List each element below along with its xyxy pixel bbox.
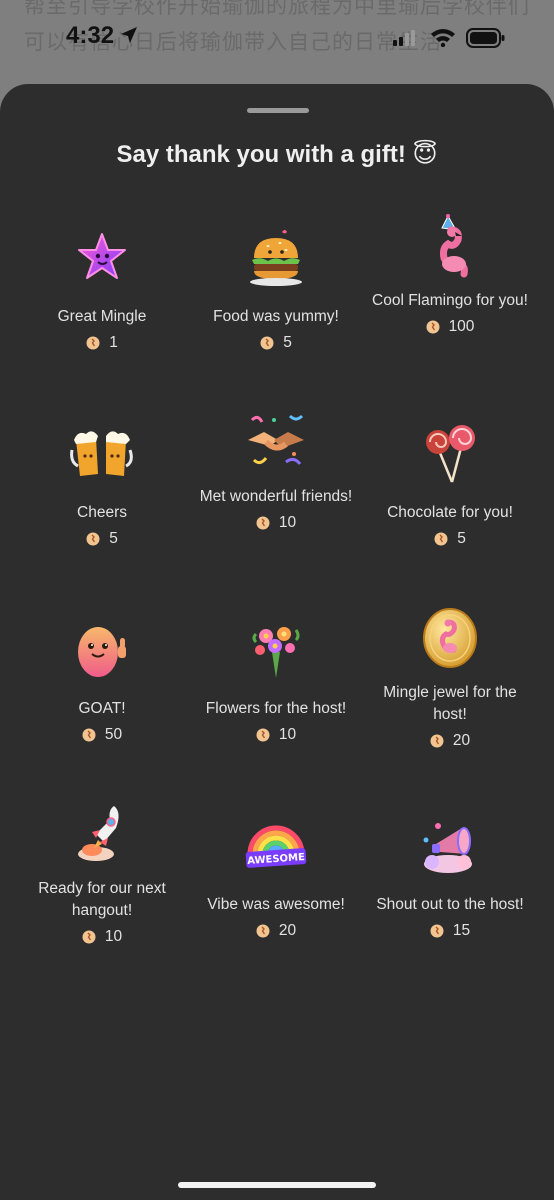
gift-price-value: 15 <box>452 922 471 939</box>
gift-price-value: 10 <box>278 514 297 531</box>
sheet-title: Say thank you with a gift! 😇 <box>116 141 438 168</box>
coin-icon <box>82 930 96 944</box>
gift-price-value: 50 <box>104 726 123 743</box>
flamingo-icon <box>440 214 468 278</box>
gift-vibe-was-awesome[interactable]: AWESOME Vibe was awesome! 20 <box>189 800 363 996</box>
rainbow-awesome-icon: AWESOME <box>245 825 307 868</box>
gift-cool-flamingo[interactable]: Cool Flamingo for you! 100 <box>363 212 537 408</box>
gift-label: Chocolate for you! <box>387 504 513 521</box>
gift-price-value: 100 <box>448 318 475 335</box>
wifi-icon <box>431 29 455 47</box>
lollipop-icon <box>426 425 475 483</box>
coin-icon <box>256 924 270 938</box>
gift-price: 10 <box>256 514 296 532</box>
gift-label: Vibe was awesome! <box>207 896 345 913</box>
gift-price-value: 1 <box>109 334 118 351</box>
rocket-icon <box>78 806 119 861</box>
gift-label: Shout out to the host! <box>376 896 524 913</box>
coin-icon <box>82 728 96 742</box>
gift-label: Flowers for the host! <box>205 700 347 717</box>
gift-label: GOAT! <box>78 700 126 717</box>
gift-price: 50 <box>82 726 122 744</box>
gift-label: Met wonderful friends! <box>199 488 353 505</box>
gift-price-value: 20 <box>278 922 297 939</box>
potato-thumbs-up-icon <box>78 627 126 677</box>
gift-price: 5 <box>260 334 292 352</box>
cellular-signal-icon <box>393 30 415 46</box>
gift-label: Cheers <box>77 504 127 521</box>
gift-price: 10 <box>82 928 122 946</box>
coin-icon <box>86 532 100 546</box>
coin-icon <box>434 532 448 546</box>
gift-price: 20 <box>256 922 296 940</box>
gift-price-value: 5 <box>109 530 118 547</box>
megaphone-icon <box>423 823 472 873</box>
gift-price: 5 <box>434 530 466 548</box>
handshake-icon <box>248 414 304 465</box>
gift-food-was-yummy[interactable]: Food was yummy! 5 <box>189 212 363 408</box>
coin-icon <box>256 516 270 530</box>
gift-price-value: 10 <box>278 726 297 743</box>
coin-icon <box>430 924 444 938</box>
gift-label: Ready for our next hangout! <box>38 880 166 919</box>
gift-label: Cool Flamingo for you! <box>372 292 528 309</box>
gift-label: Mingle jewel for the host! <box>383 684 517 723</box>
home-indicator[interactable] <box>178 1182 376 1188</box>
gift-label: Food was yummy! <box>213 308 339 325</box>
flamingo-coin-icon <box>423 608 477 668</box>
gift-flowers-for-the-host[interactable]: Flowers for the host! 10 <box>189 604 363 800</box>
gift-bottom-sheet: Say thank you with a gift! 😇 Great Mingl… <box>0 84 554 1200</box>
gift-price-value: 5 <box>457 530 466 547</box>
coin-icon <box>256 728 270 742</box>
location-arrow-icon <box>121 27 137 43</box>
gift-price-value: 20 <box>452 732 471 749</box>
coin-icon <box>430 734 444 748</box>
gift-price-value: 10 <box>104 928 123 945</box>
battery-icon <box>466 28 505 48</box>
gift-price: 5 <box>86 530 118 548</box>
gift-cheers[interactable]: Cheers 5 <box>15 408 189 604</box>
gift-chocolate-for-you[interactable]: Chocolate for you! 5 <box>363 408 537 604</box>
gift-mingle-jewel-for-the-host[interactable]: Mingle jewel for the host! 20 <box>363 604 537 800</box>
coin-icon <box>86 336 100 350</box>
gift-price: 1 <box>86 334 118 352</box>
gift-grid: Great Mingle 1 Food was yummy! 5 Cool Fl… <box>15 212 539 996</box>
gift-goat[interactable]: GOAT! 50 <box>15 604 189 800</box>
gift-met-wonderful-friends[interactable]: Met wonderful friends! 10 <box>189 408 363 604</box>
bouquet-icon <box>252 627 300 678</box>
star-icon <box>78 233 126 279</box>
gift-shout-out-to-the-host[interactable]: Shout out to the host! 15 <box>363 800 537 996</box>
status-time: 4:32 <box>66 22 115 49</box>
gift-ready-for-our-next-hangout[interactable]: Ready for our next hangout! 10 <box>15 800 189 996</box>
sheet-grabber[interactable] <box>247 108 309 113</box>
gift-price: 10 <box>256 726 296 744</box>
beer-mugs-icon <box>70 431 133 476</box>
coin-icon <box>260 336 274 350</box>
status-bar: 4:32 <box>0 0 554 76</box>
gift-price-value: 5 <box>283 334 292 351</box>
coin-icon <box>426 320 440 334</box>
burger-icon <box>250 230 302 286</box>
gift-great-mingle[interactable]: Great Mingle 1 <box>15 212 189 408</box>
gift-price: 20 <box>430 732 470 750</box>
gift-label: Great Mingle <box>57 308 147 325</box>
gift-price: 100 <box>426 318 475 336</box>
gift-price: 15 <box>430 922 470 940</box>
